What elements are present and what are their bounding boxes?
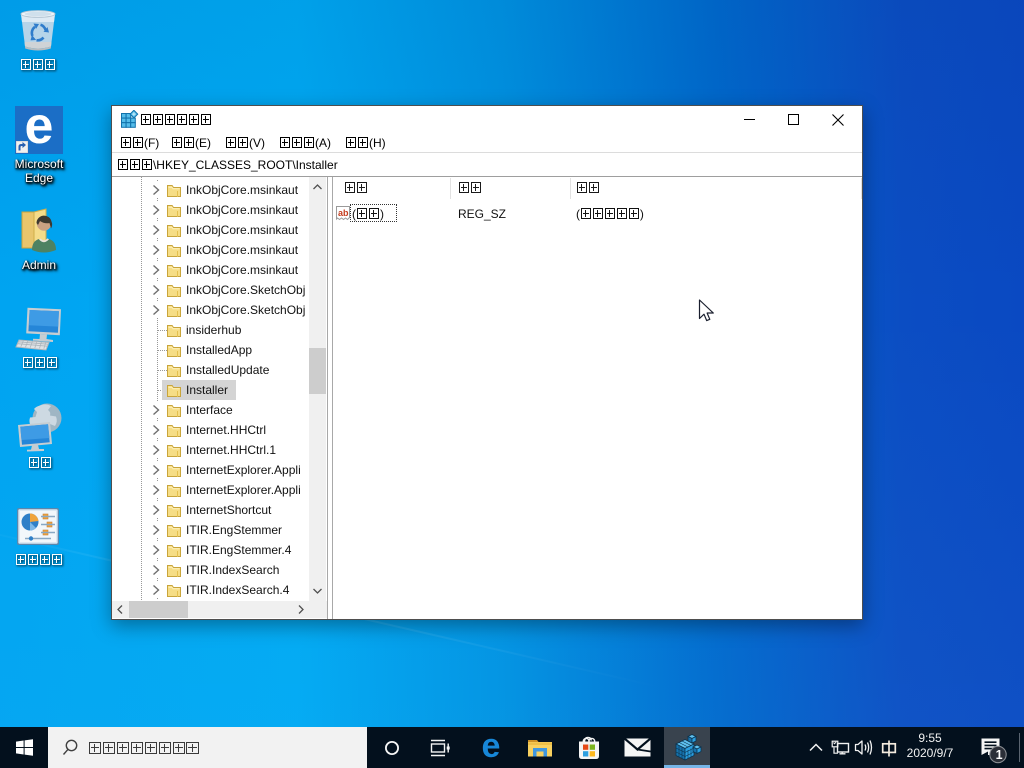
svg-text:ab: ab	[338, 208, 349, 218]
svg-text:1: 1	[996, 748, 1003, 762]
